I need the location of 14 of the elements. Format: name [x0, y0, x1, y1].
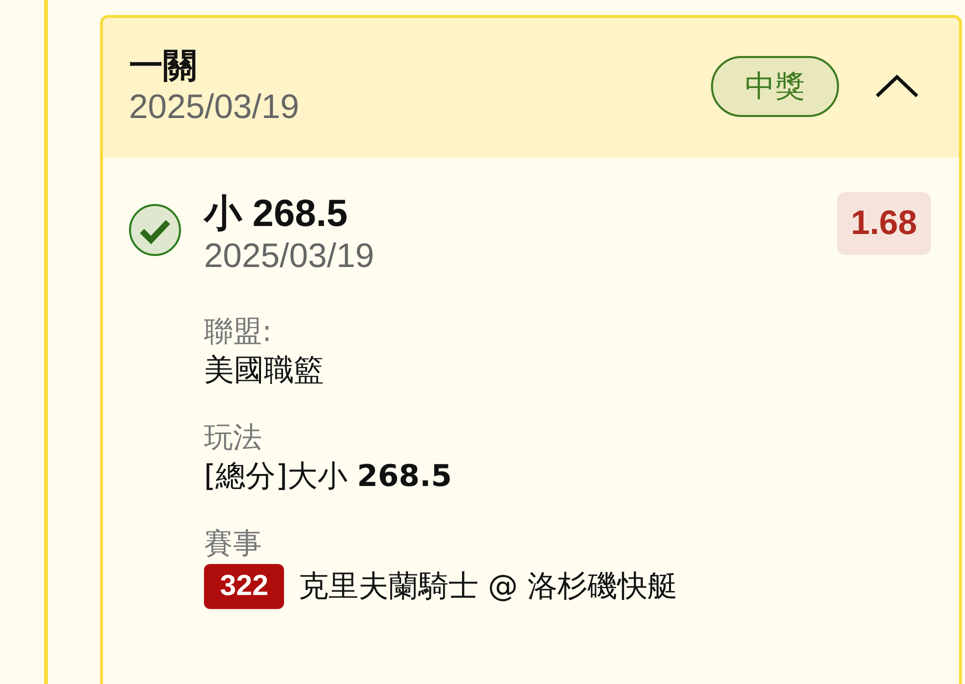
field-label: 玩法 [204, 419, 263, 456]
ticket-date: 2025/03/19 [129, 87, 300, 127]
event-match: 克里夫蘭騎士 @ 洛杉磯快艇 [298, 568, 678, 606]
status-badge: 中獎 [711, 56, 839, 116]
field-label: 聯盟: [204, 313, 273, 350]
ticket-title: 一關 [129, 45, 198, 87]
collapse-icon[interactable] [875, 74, 919, 98]
bet-selection: 小 268.5 [204, 192, 349, 236]
bet-date: 2025/03/19 [204, 236, 376, 276]
field-label: 賽事 [204, 525, 263, 562]
odds-badge: 1.68 [836, 192, 931, 255]
event-number: 322 [204, 564, 284, 609]
field-value: 美國職籃 [204, 352, 325, 390]
field-value: [總分]大小 268.5 [204, 458, 453, 496]
